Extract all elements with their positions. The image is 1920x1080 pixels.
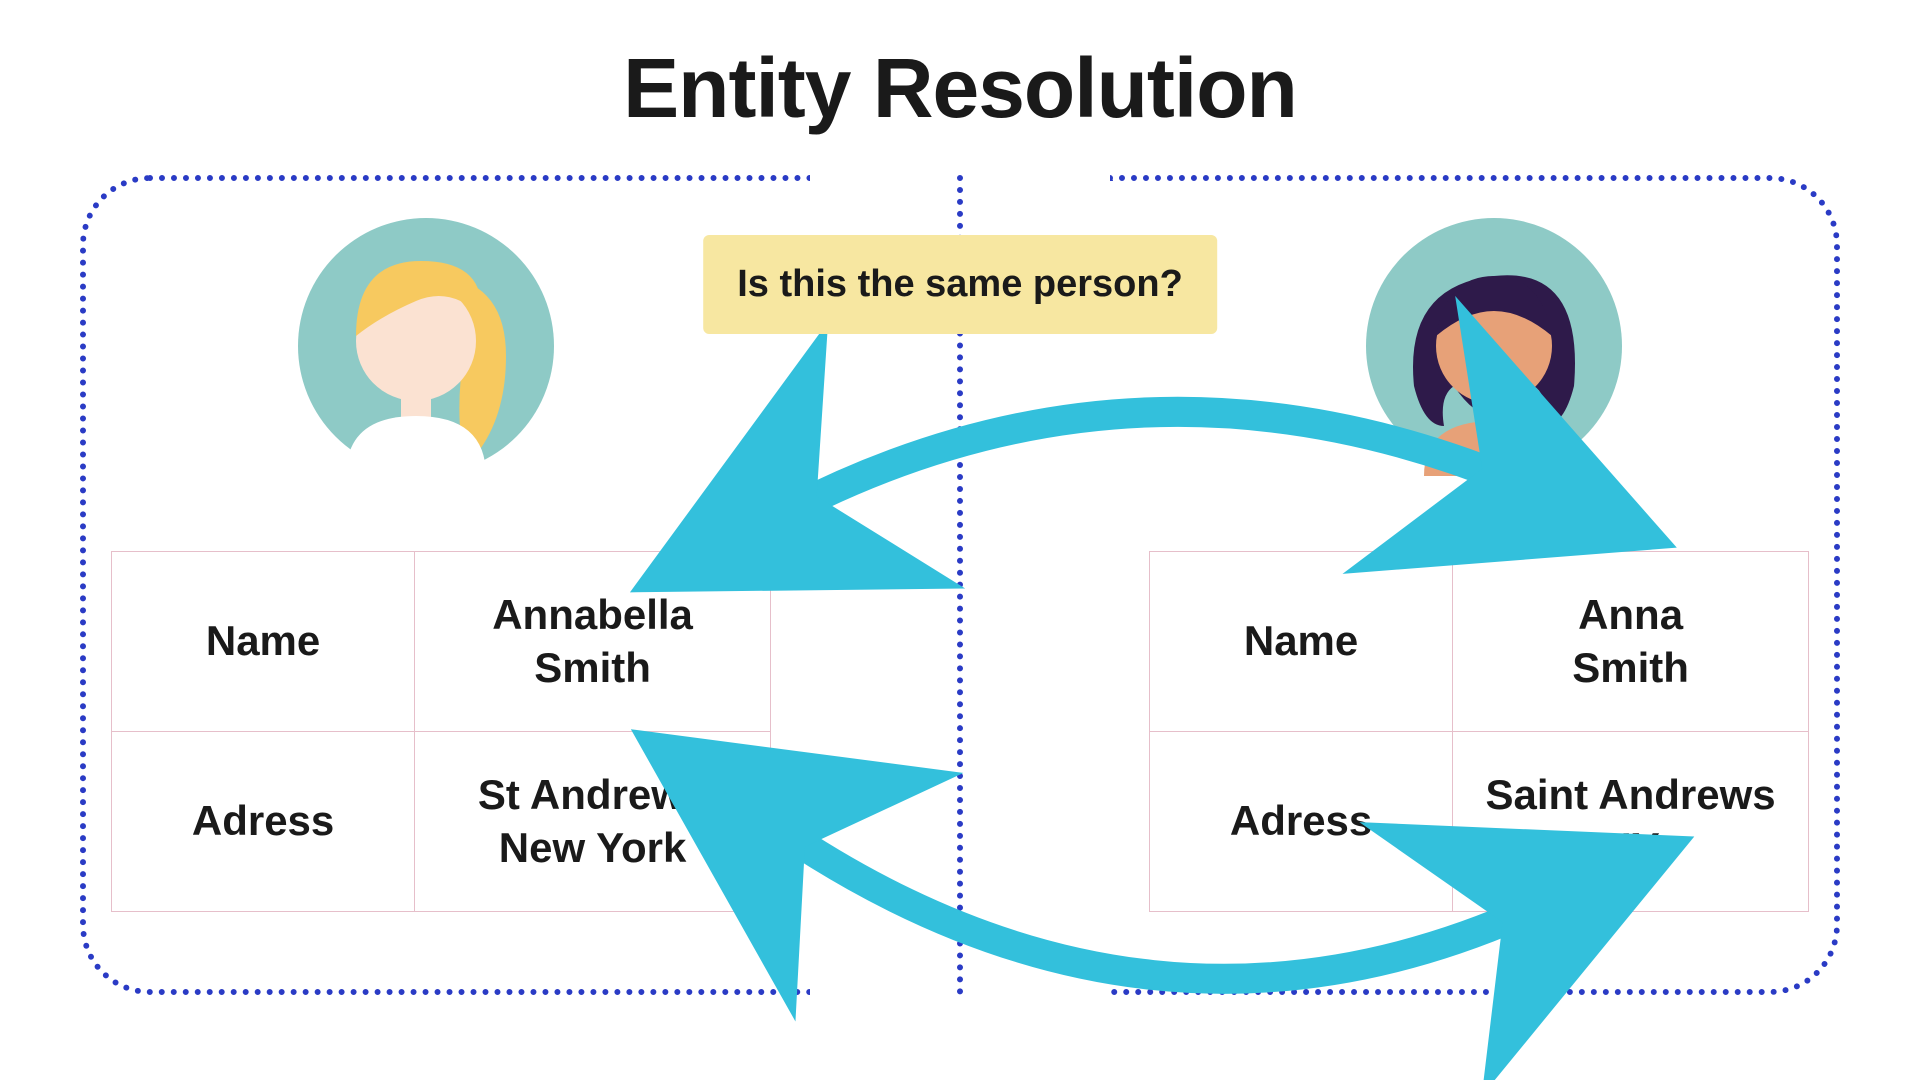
entity-panel-right: Name AnnaSmith Adress Saint AndrewsNY [1110,175,1840,995]
entity-table-left: Name AnnabellaSmith Adress St AndrewsNew… [111,551,771,912]
avatar-right [1364,216,1624,476]
field-label-name: Name [1150,552,1453,732]
table-row: Adress Saint AndrewsNY [1150,732,1809,912]
field-label-address: Adress [1150,732,1453,912]
field-label-address: Adress [112,732,415,912]
table-row: Adress St AndrewsNew York [112,732,771,912]
entity-panel-left: Name AnnabellaSmith Adress St AndrewsNew… [80,175,810,995]
field-value-name: AnnaSmith [1453,552,1809,732]
field-label-name: Name [112,552,415,732]
table-row: Name AnnabellaSmith [112,552,771,732]
entity-table-right: Name AnnaSmith Adress Saint AndrewsNY [1149,551,1809,912]
page-title: Entity Resolution [0,40,1920,137]
question-callout: Is this the same person? [703,235,1217,334]
field-value-name: AnnabellaSmith [415,552,771,732]
field-value-address: St AndrewsNew York [415,732,771,912]
table-row: Name AnnaSmith [1150,552,1809,732]
field-value-address: Saint AndrewsNY [1453,732,1809,912]
avatar-left [296,216,556,476]
